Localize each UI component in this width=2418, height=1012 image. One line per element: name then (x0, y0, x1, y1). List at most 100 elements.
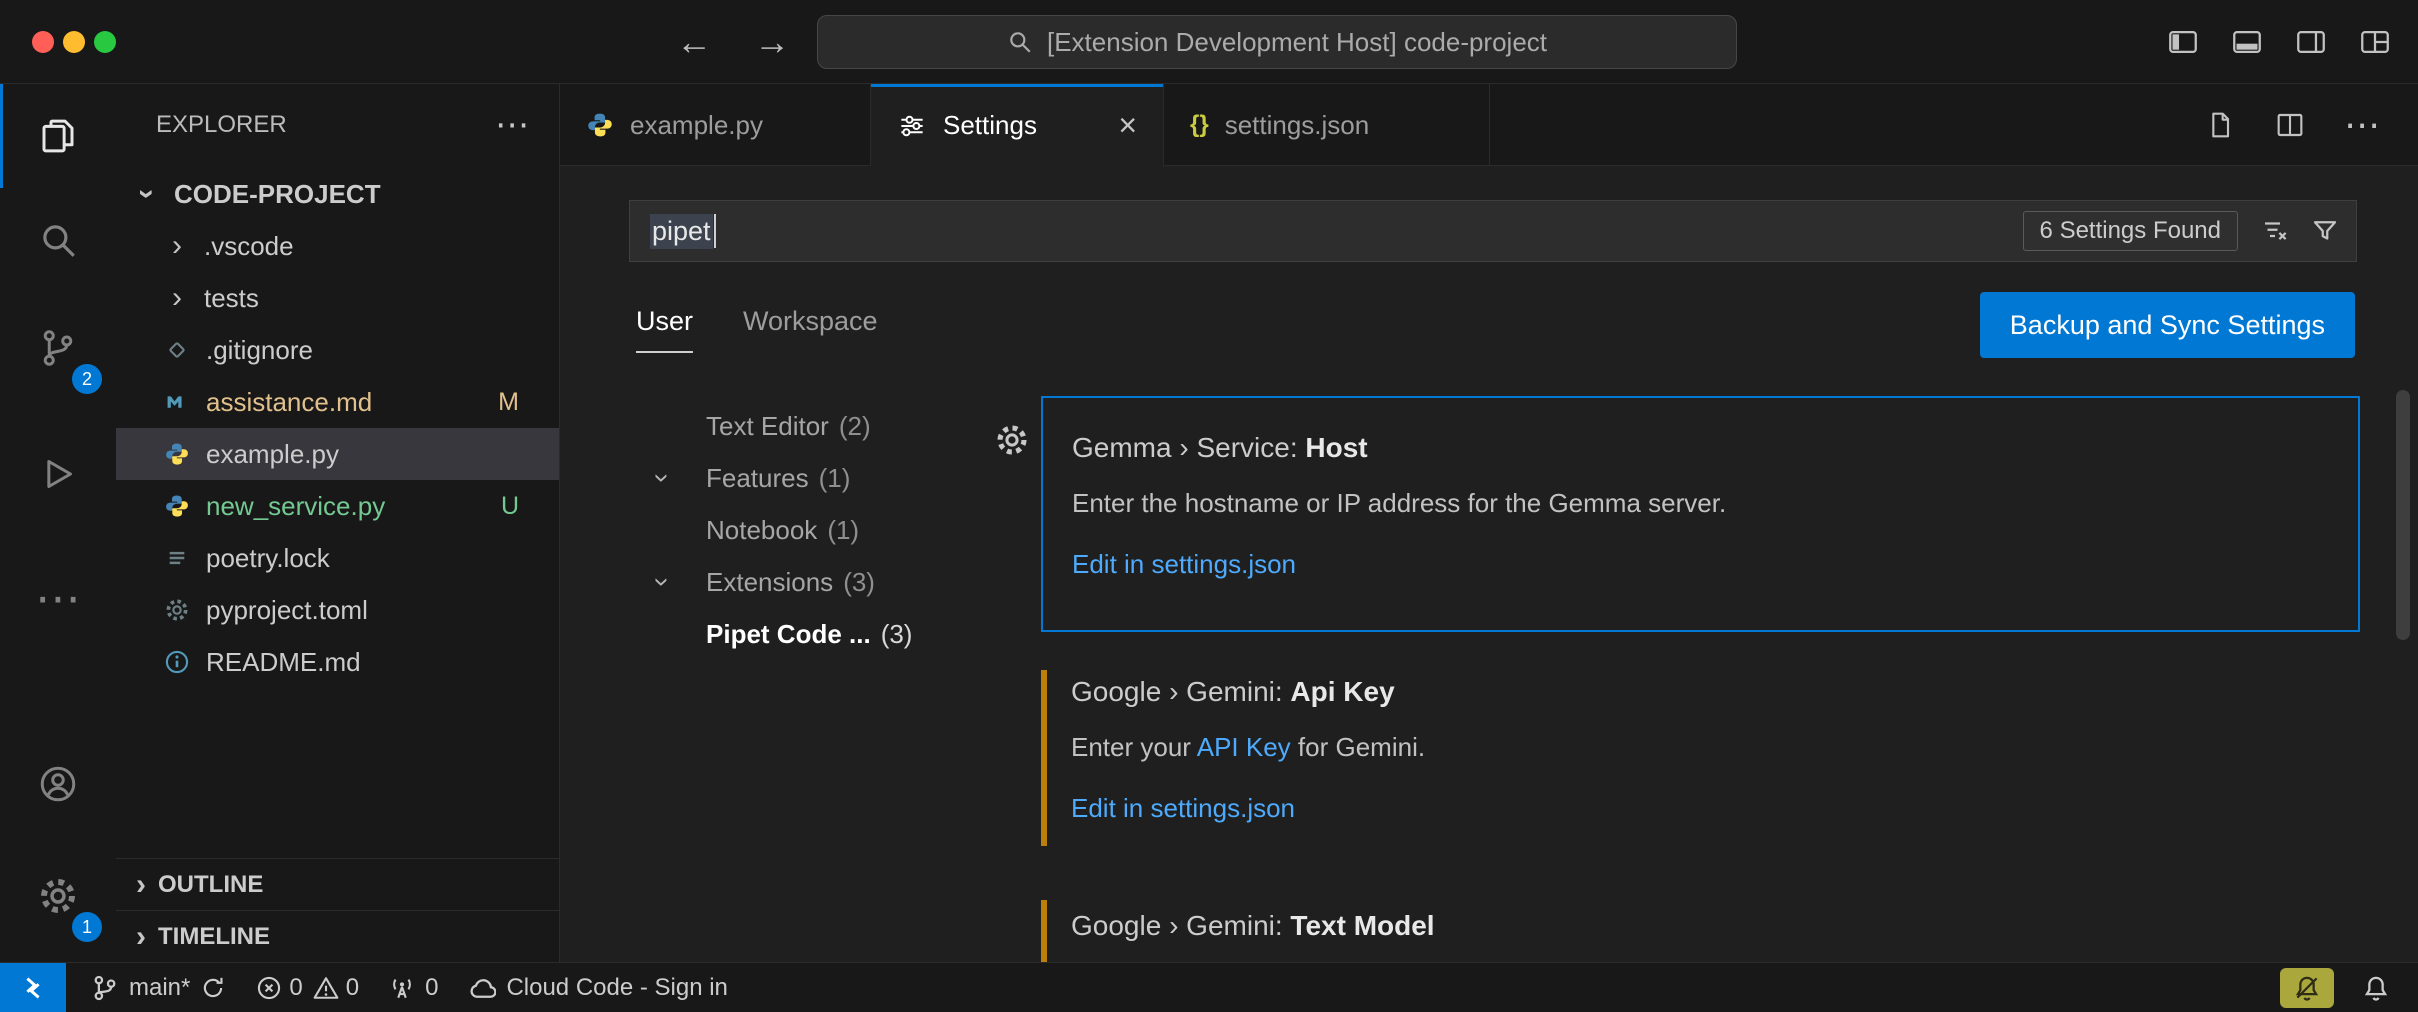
tree-item-vscode[interactable]: › .vscode (116, 220, 559, 272)
remote-indicator[interactable] (0, 963, 66, 1012)
chevron-right-icon: › (136, 922, 146, 952)
history-nav: ← → (676, 0, 790, 84)
notifications-bell-icon[interactable] (2362, 974, 2390, 1002)
problems-status[interactable]: 0 0 (241, 963, 374, 1012)
toggle-panel-icon[interactable] (2230, 25, 2264, 59)
toc-item-extensions[interactable]: › Extensions (3) (560, 556, 996, 608)
split-editor-icon[interactable] (2274, 109, 2306, 141)
close-window-button[interactable] (32, 31, 54, 53)
command-center[interactable]: [Extension Development Host] code-projec… (817, 15, 1737, 69)
toc-label: Extensions (706, 567, 833, 598)
command-center-text: [Extension Development Host] code-projec… (1047, 27, 1547, 58)
run-debug-icon[interactable] (0, 422, 116, 526)
ports-status[interactable]: 0 (374, 963, 453, 1012)
scrollbar[interactable] (2396, 390, 2410, 640)
forward-icon[interactable]: → (754, 21, 790, 63)
toc-item-notebook[interactable]: Notebook (1) (560, 504, 996, 556)
toc-count: (2) (839, 411, 871, 442)
chevron-down-icon: › (132, 179, 162, 209)
open-settings-json-icon[interactable] (2204, 109, 2236, 141)
backup-sync-settings-button[interactable]: Backup and Sync Settings (1980, 292, 2355, 358)
sync-icon (200, 975, 226, 1001)
setting-context-gear-icon[interactable] (994, 422, 1030, 458)
tree-item-gitignore[interactable]: .gitignore (116, 324, 559, 376)
setting-item-google-gemini-text-model[interactable]: Google › Gemini: Text Model (1041, 900, 2360, 962)
api-key-link[interactable]: API Key (1197, 732, 1291, 762)
clear-search-filters-icon[interactable] (2260, 216, 2290, 246)
setting-name: Text Model (1290, 910, 1434, 941)
scope-tab-workspace[interactable]: Workspace (743, 306, 878, 353)
source-control-icon[interactable]: 2 (0, 296, 116, 400)
file-tree: › CODE-PROJECT › .vscode › tests .gitign… (116, 168, 559, 688)
minimize-window-button[interactable] (63, 31, 85, 53)
chevron-right-icon: › (162, 283, 192, 313)
tree-item-new-service-py[interactable]: new_service.py U (116, 480, 559, 532)
search-view-icon[interactable] (0, 188, 116, 292)
toggle-secondary-sidebar-icon[interactable] (2294, 25, 2328, 59)
toc-item-pipet-code[interactable]: Pipet Code ... (3) (560, 608, 996, 660)
file-label: poetry.lock (206, 543, 330, 574)
git-branch-status[interactable]: main* (76, 963, 241, 1012)
toc-label: Pipet Code ... (706, 619, 871, 650)
radio-tower-icon (389, 975, 415, 1001)
toc-count: (1) (819, 463, 851, 494)
tree-item-readme-md[interactable]: README.md (116, 636, 559, 688)
timeline-section-header[interactable]: › TIMELINE (116, 910, 559, 962)
setting-item-gemma-service-host[interactable]: Gemma › Service: Host Enter the hostname… (1041, 396, 2360, 632)
search-icon (1007, 29, 1033, 55)
git-status-badge: U (501, 492, 519, 521)
customize-layout-icon[interactable] (2358, 25, 2392, 59)
status-right (2280, 968, 2418, 1008)
chevron-right-icon: › (162, 231, 192, 261)
activity-bar: 2 ⋯ 1 (0, 84, 116, 962)
explorer-more-actions-icon[interactable]: ⋯ (495, 105, 529, 145)
edit-in-settings-json-link[interactable]: Edit in settings.json (1071, 793, 2360, 824)
tree-item-assistance-md[interactable]: assistance.md M (116, 376, 559, 428)
tree-root-folder[interactable]: › CODE-PROJECT (116, 168, 559, 220)
vscode-window: ← → [Extension Development Host] code-pr… (0, 0, 2418, 1012)
outline-section-header[interactable]: › OUTLINE (116, 858, 559, 910)
scope-tab-user[interactable]: User (636, 306, 693, 353)
tab-settings-json[interactable]: {} settings.json (1164, 84, 1490, 166)
text-caret (714, 214, 716, 248)
git-file-icon (162, 337, 192, 363)
do-not-disturb-icon[interactable] (2280, 968, 2334, 1008)
tree-item-poetry-lock[interactable]: poetry.lock (116, 532, 559, 584)
warnings-count: 0 (346, 974, 359, 1002)
chevron-down-icon: › (649, 577, 677, 586)
maximize-window-button[interactable] (94, 31, 116, 53)
back-icon[interactable]: ← (676, 21, 712, 63)
lock-file-icon (162, 545, 192, 571)
setting-item-google-gemini-api-key[interactable]: Google › Gemini: Api Key Enter your API … (1041, 670, 2360, 846)
tab-settings[interactable]: Settings × (871, 84, 1164, 167)
more-editor-actions-icon[interactable]: ⋯ (2344, 104, 2380, 146)
edit-in-settings-json-link[interactable]: Edit in settings.json (1072, 549, 2330, 580)
setting-name: Host (1305, 432, 1367, 463)
tab-label: example.py (630, 110, 763, 141)
tab-example-py[interactable]: example.py (560, 84, 871, 166)
toc-item-features[interactable]: › Features (1) (560, 452, 996, 504)
setting-title: Google › Gemini: Api Key (1071, 676, 2360, 708)
settings-gear-icon[interactable]: 1 (0, 844, 116, 948)
settings-search-input[interactable]: pipet 6 Settings Found (629, 200, 2357, 262)
tree-item-tests[interactable]: › tests (116, 272, 559, 324)
toggle-primary-sidebar-icon[interactable] (2166, 25, 2200, 59)
toc-item-text-editor[interactable]: Text Editor (2) (560, 400, 996, 452)
editor-group: example.py Settings × {} settings.json (560, 84, 2418, 962)
file-label: README.md (206, 647, 361, 678)
explorer-title: EXPLORER (156, 111, 287, 139)
tree-item-example-py[interactable]: example.py (116, 428, 559, 480)
close-tab-icon[interactable]: × (1118, 107, 1137, 144)
setting-name: Api Key (1290, 676, 1394, 707)
cloud-code-status[interactable]: Cloud Code - Sign in (453, 963, 742, 1012)
json-braces-icon: {} (1190, 111, 1209, 139)
filter-icon[interactable] (2310, 216, 2340, 246)
section-label: TIMELINE (158, 923, 270, 951)
accounts-icon[interactable] (0, 732, 116, 836)
info-file-icon (162, 649, 192, 675)
explorer-sidebar: EXPLORER ⋯ › CODE-PROJECT › .vscode › te… (116, 84, 560, 962)
tree-item-pyproject-toml[interactable]: pyproject.toml (116, 584, 559, 636)
explorer-icon[interactable] (0, 84, 116, 188)
more-views-icon[interactable]: ⋯ (0, 546, 116, 650)
editor-actions: ⋯ (2204, 84, 2418, 165)
